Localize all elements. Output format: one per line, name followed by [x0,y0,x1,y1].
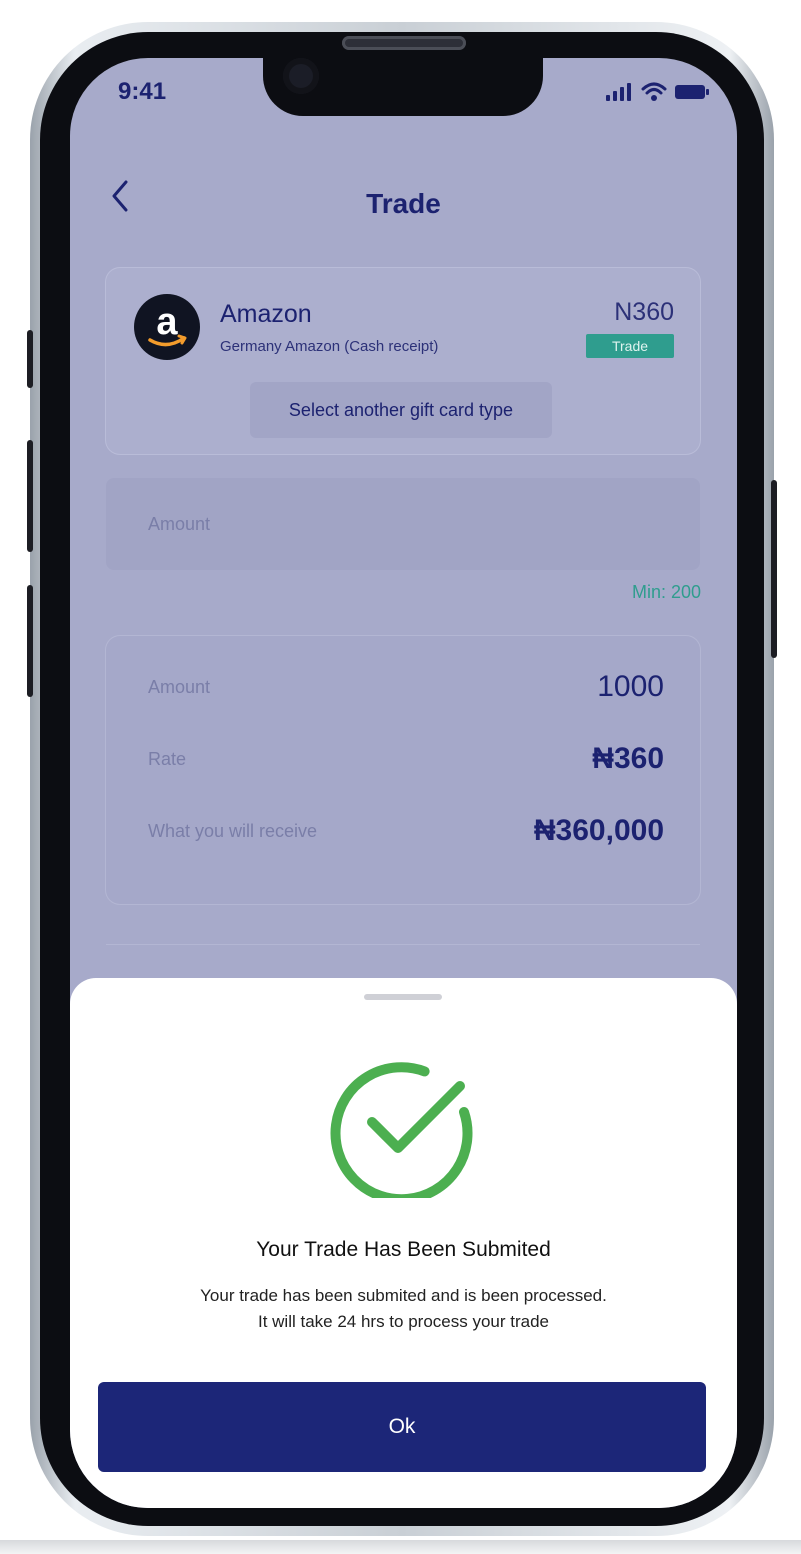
summary-value: ₦360 [592,742,664,775]
summary-value: 1000 [597,670,664,703]
gift-card-subtitle: Germany Amazon (Cash receipt) [220,338,439,355]
summary-row-rate: Rate ₦360 [148,742,664,776]
trade-summary: Amount 1000 Rate ₦360 What you will rece… [106,636,700,904]
amount-placeholder: Amount [148,514,211,534]
page-title: Trade [366,188,441,219]
modal-message-line2: It will take 24 hrs to process your trad… [257,1312,550,1331]
svg-text:a: a [156,301,178,343]
summary-label: Amount [148,676,211,697]
status-icons [605,82,709,102]
summary-row-receive: What you will receive ₦360,000 [148,814,664,848]
battery-icon [675,85,709,99]
phone-mockup: 9:41 Trade a Amazon Germany Amazon (Cash… [0,0,801,1554]
gift-card-rate: N360 [614,298,674,326]
modal-title: Your Trade Has Been Submited [256,1238,551,1261]
modal-message-line1: Your trade has been submited and is been… [200,1286,607,1305]
divider [106,944,700,945]
power-button [771,480,777,658]
camera-icon [283,58,319,94]
app-screen: 9:41 Trade a Amazon Germany Amazon (Cash… [70,58,737,1508]
amazon-logo-icon: a [134,294,200,360]
volume-down-button [27,585,33,697]
wifi-icon [641,82,667,101]
signal-icon [606,83,631,101]
sheet-grabber[interactable] [364,994,442,1000]
notch [263,58,543,116]
speaker-grille [342,36,466,50]
floor-shadow [0,1540,801,1554]
mute-switch [27,330,33,388]
select-gift-card-button[interactable]: Select another gift card type [250,382,552,438]
success-check-icon [330,1062,473,1198]
trade-badge: Trade [586,334,674,358]
status-time: 9:41 [118,78,167,105]
summary-label: What you will receive [148,820,318,841]
amount-input[interactable]: Amount [106,478,700,570]
volume-up-button [27,440,33,552]
summary-value: ₦360,000 [533,814,664,847]
min-amount-label: Min: 200 [631,582,701,602]
summary-label: Rate [148,748,187,769]
success-bottom-sheet: Your Trade Has Been Submited Your trade … [70,978,737,1508]
gift-card-panel: a Amazon Germany Amazon (Cash receipt) N… [106,268,700,454]
gift-card-name: Amazon [220,300,312,328]
summary-row-amount: Amount 1000 [148,670,664,704]
ok-button[interactable]: Ok [98,1382,706,1472]
